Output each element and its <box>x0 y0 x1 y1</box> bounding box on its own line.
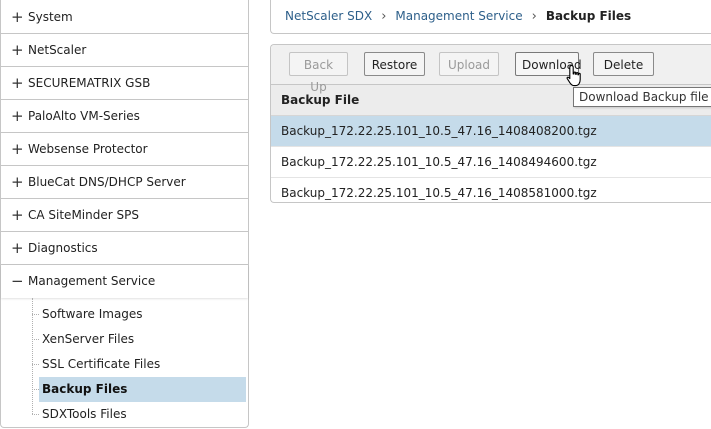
table-row[interactable]: Backup_172.22.25.101_10.5_47.16_14084082… <box>271 116 711 147</box>
toolbar: Back Up Restore Upload Download Delete <box>271 45 711 94</box>
sidebar-item-management-service[interactable]: − Management Service <box>1 265 248 298</box>
sidebar-item-bluecat-dns-dhcp[interactable]: + BlueCat DNS/DHCP Server <box>1 166 248 199</box>
sidebar-subitem-ssl-certificate-files[interactable]: SSL Certificate Files <box>32 352 246 377</box>
sidebar-item-label: Diagnostics <box>28 241 98 255</box>
expand-plus-icon[interactable]: + <box>11 67 24 100</box>
back-up-button[interactable]: Back Up <box>289 52 348 94</box>
sidebar-item-label: PaloAlto VM-Series <box>28 109 140 123</box>
management-service-subtree: Software Images XenServer Files SSL Cert… <box>1 298 248 427</box>
expand-plus-icon[interactable]: + <box>11 199 24 232</box>
sidebar-item-netscaler[interactable]: + NetScaler <box>1 34 248 67</box>
sidebar-subitem-backup-files[interactable]: Backup Files <box>32 377 246 402</box>
sidebar-subitem-sdxtools-files[interactable]: SDXTools Files <box>32 402 246 427</box>
breadcrumb-chevron-icon: › <box>381 9 387 24</box>
sidebar-item-label: Websense Protector <box>28 142 148 156</box>
sidebar-item-label: NetScaler <box>28 43 87 57</box>
delete-button[interactable]: Delete <box>593 52 654 76</box>
upload-button[interactable]: Upload <box>439 52 499 76</box>
sidebar-item-label: CA SiteMinder SPS <box>28 208 139 222</box>
breadcrumb-link-management-service[interactable]: Management Service <box>395 9 522 23</box>
expand-plus-icon[interactable]: + <box>11 34 24 67</box>
sidebar-subitem-xenserver-files[interactable]: XenServer Files <box>32 327 246 352</box>
expand-plus-icon[interactable]: + <box>11 133 24 166</box>
backup-files-panel: Back Up Restore Upload Download Delete B… <box>270 44 711 203</box>
table-row[interactable]: Backup_172.22.25.101_10.5_47.16_14085810… <box>271 178 711 208</box>
table-row[interactable]: Backup_172.22.25.101_10.5_47.16_14084946… <box>271 147 711 178</box>
sidebar-item-label: Management Service <box>28 274 156 288</box>
sidebar-item-label: SECUREMATRIX GSB <box>28 76 151 90</box>
sidebar-nav: + System + NetScaler + SECUREMATRIX GSB … <box>0 0 249 428</box>
hand-pointer-icon <box>566 64 581 87</box>
breadcrumb-current-page: Backup Files <box>545 9 632 23</box>
sidebar-item-securematrix-gsb[interactable]: + SECUREMATRIX GSB <box>1 67 248 100</box>
collapse-minus-icon[interactable]: − <box>11 265 24 298</box>
breadcrumb-link-netscaler-sdx[interactable]: NetScaler SDX <box>285 9 372 23</box>
backup-file-list: Backup_172.22.25.101_10.5_47.16_14084082… <box>271 116 711 208</box>
sidebar-item-system[interactable]: + System <box>1 0 248 34</box>
expand-plus-icon[interactable]: + <box>11 100 24 133</box>
restore-button[interactable]: Restore <box>364 52 425 76</box>
sidebar-item-label: System <box>28 10 73 24</box>
sidebar-subitem-software-images[interactable]: Software Images <box>32 302 246 327</box>
sidebar-item-websense-protector[interactable]: + Websense Protector <box>1 133 248 166</box>
expand-plus-icon[interactable]: + <box>11 0 24 34</box>
expand-plus-icon[interactable]: + <box>11 232 24 265</box>
tree-connector-line <box>32 298 33 414</box>
download-tooltip: Download Backup file <box>573 87 711 107</box>
breadcrumb: NetScaler SDX › Management Service › Backup … <box>270 0 711 34</box>
sidebar-item-ca-siteminder-sps[interactable]: + CA SiteMinder SPS <box>1 199 248 232</box>
sidebar-item-diagnostics[interactable]: + Diagnostics <box>1 232 248 265</box>
expand-plus-icon[interactable]: + <box>11 166 24 199</box>
breadcrumb-chevron-icon: › <box>531 9 537 24</box>
sidebar-item-paloalto-vm-series[interactable]: + PaloAlto VM-Series <box>1 100 248 133</box>
sidebar-item-label: BlueCat DNS/DHCP Server <box>28 175 186 189</box>
